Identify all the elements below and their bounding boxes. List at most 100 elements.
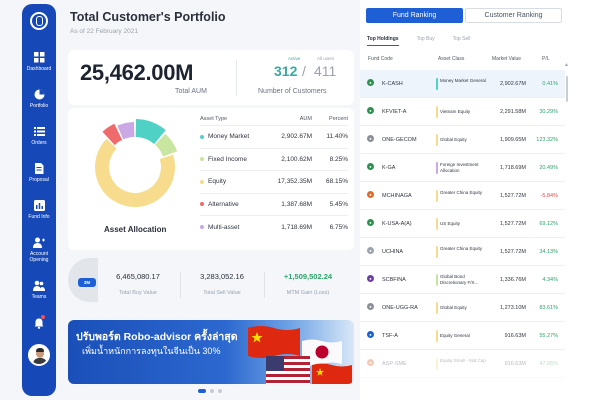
avatar[interactable]: [28, 344, 50, 366]
sidebar-item-label: Proposal: [29, 177, 49, 183]
asset-class-marker: [436, 330, 438, 342]
asset-class-marker: [436, 302, 438, 314]
table-row[interactable]: ● KFVIET-A Vietnam Equity 2,291.58M 30.29%: [360, 98, 565, 126]
subtab-top-sell[interactable]: Top Sell: [453, 36, 471, 46]
mtm-label: MTM Gain (Loss): [286, 290, 330, 296]
header-fund-code: Fund Code: [368, 56, 393, 62]
profit-loss: 30.29%: [539, 109, 558, 115]
table-row[interactable]: ● ONE-UGG-RA Global Equity 1,273.10M 83.61%: [360, 294, 565, 322]
sidebar-item-label: Fund Info: [28, 214, 50, 220]
asset-class: Greater China Equity: [440, 246, 483, 251]
fund-house-icon: ●: [367, 359, 374, 366]
list-icon: [33, 126, 45, 137]
fund-house-icon: ●: [367, 247, 374, 254]
trading-summary: 3M 6,465,080.17 Total Buy Value 3,283,05…: [68, 258, 354, 302]
period-button[interactable]: 3M: [78, 278, 96, 287]
profit-loss: 69.12%: [539, 221, 558, 227]
notification-bell-icon[interactable]: [34, 315, 45, 334]
bar-chart-icon: [33, 200, 45, 211]
scroll-up-arrow-icon[interactable]: ▲: [564, 62, 569, 68]
app-root: Dashboard Portfolio Orders Proposal Fund: [0, 0, 600, 400]
ranking-table-header: Fund Code Asset Class Market Value P/L: [360, 56, 560, 66]
sidebar-item-label: Portfolio: [29, 103, 49, 109]
header-pl: P/L: [542, 56, 550, 62]
pie-chart-icon: [33, 89, 45, 100]
table-row[interactable]: ● ASP-SME Equity Small - Mid Cap 916.63M 47.…: [360, 350, 565, 378]
document-icon: [33, 163, 45, 174]
tab-customer-ranking[interactable]: Customer Ranking: [465, 8, 562, 23]
ranking-table-body: ● K-CASH Money Market General 2,902.67M 0.41…: [360, 70, 565, 378]
asset-class-marker: [436, 274, 438, 286]
asset-class: Equity General: [440, 333, 470, 338]
sidebar-item-label: Teams: [31, 294, 47, 300]
allocation-donut-chart: [95, 119, 178, 207]
table-row[interactable]: ● K-USA-A(A) US Equity 1,527.72M 69.12%: [360, 210, 565, 238]
sidebar-item-fund-info[interactable]: Fund Info: [22, 200, 56, 220]
add-user-icon: [33, 237, 45, 248]
fund-code: ONE-UGG-RA: [382, 305, 418, 311]
count-separator: /: [302, 63, 306, 79]
sidebar-item-label: Orders: [31, 140, 47, 146]
fund-code: SCBFINA: [382, 277, 406, 283]
asset-type: Multi-asset: [208, 223, 240, 231]
asset-percent: 5.45%: [329, 200, 348, 208]
table-row[interactable]: ● K-GA Foreign Investment Allocation 1,718.…: [360, 154, 565, 182]
subtab-top-buy[interactable]: Top Buy: [417, 36, 435, 46]
active-customers-count: 312: [274, 63, 298, 79]
all-users-label: All users: [317, 56, 335, 61]
market-value: 916.63M: [504, 361, 526, 367]
table-row[interactable]: ● TSF-A Equity General 916.63M 55.27%: [360, 322, 565, 350]
team-icon: [33, 280, 45, 291]
sidebar: Dashboard Portfolio Orders Proposal Fund: [22, 4, 56, 396]
asset-percent: 6.75%: [329, 223, 348, 231]
allocation-table: Asset Type AUM Percent Money Market 2,90…: [200, 112, 348, 239]
market-value: 1,336.76M: [500, 277, 526, 283]
table-row[interactable]: ● UCHINA Greater China Equity 1,527.72M 34.1…: [360, 238, 565, 266]
app-logo[interactable]: [30, 12, 48, 30]
sidebar-item-portfolio[interactable]: Portfolio: [22, 89, 56, 109]
promo-banner[interactable]: ปรับพอร์ต Robo-advisor ครั้งล่าสุด เพิ่ม…: [68, 320, 354, 384]
asset-percent: 8.25%: [329, 155, 348, 163]
profit-loss: 83.61%: [539, 305, 558, 311]
fund-house-icon: ●: [367, 275, 374, 282]
legend-dot: [200, 225, 204, 230]
market-value: 1,273.10M: [500, 305, 526, 311]
dashboard-icon: [33, 52, 45, 63]
table-row[interactable]: ● SCBFINA Global Bond Discretionary F/X...…: [360, 266, 565, 294]
table-row[interactable]: ● MCHINAGA Greater China Equity 1,527.72M -5…: [360, 182, 565, 210]
total-buy-value: 6,465,080.17: [116, 272, 160, 281]
header-asset-class: Asset Class: [438, 56, 465, 62]
fund-code: ONE-GECOM: [382, 137, 417, 143]
asset-type: Alternative: [208, 200, 239, 208]
divider: [236, 60, 237, 96]
sidebar-item-orders[interactable]: Orders: [22, 126, 56, 146]
carousel-dot[interactable]: [210, 389, 214, 393]
sidebar-item-dashboard[interactable]: Dashboard: [22, 52, 56, 72]
sidebar-item-teams[interactable]: Teams: [22, 280, 56, 300]
asset-class: Greater China Equity: [440, 190, 483, 195]
profit-loss: 4.34%: [542, 277, 558, 283]
ranking-subtabs: Top Holdings Top Buy Top Sell: [367, 36, 488, 46]
sidebar-item-account-opening[interactable]: Account Opening: [22, 237, 56, 263]
scrollbar[interactable]: [566, 76, 568, 102]
fund-code: K-GA: [382, 165, 396, 171]
as-of-date: As of 22 February 2021: [70, 28, 138, 35]
carousel-dot[interactable]: [218, 389, 222, 393]
carousel-dot-active[interactable]: [198, 389, 206, 393]
table-row: Multi-asset 1,718.69M 6.75%: [200, 216, 348, 239]
header-asset-type: Asset Type: [200, 115, 228, 122]
sidebar-item-proposal[interactable]: Proposal: [22, 163, 56, 183]
divider: [264, 272, 265, 298]
market-value: 2,902.67M: [500, 81, 526, 87]
sidebar-item-label: Dashboard: [26, 66, 52, 72]
fund-code: UCHINA: [382, 249, 404, 255]
tab-fund-ranking[interactable]: Fund Ranking: [366, 8, 463, 23]
table-row[interactable]: ● K-CASH Money Market General 2,902.67M 0.41…: [360, 70, 565, 98]
market-value: 1,909.65M: [500, 137, 526, 143]
fund-house-icon: ●: [367, 135, 374, 142]
subtab-top-holdings[interactable]: Top Holdings: [367, 36, 399, 46]
ranking-tabs: Fund Ranking Customer Ranking: [366, 8, 562, 23]
ranking-panel: Fund Ranking Customer Ranking Top Holdin…: [360, 0, 600, 400]
usa-flag-icon: [266, 356, 310, 384]
table-row[interactable]: ● ONE-GECOM Global Equity 1,909.65M 123.32%: [360, 126, 565, 154]
